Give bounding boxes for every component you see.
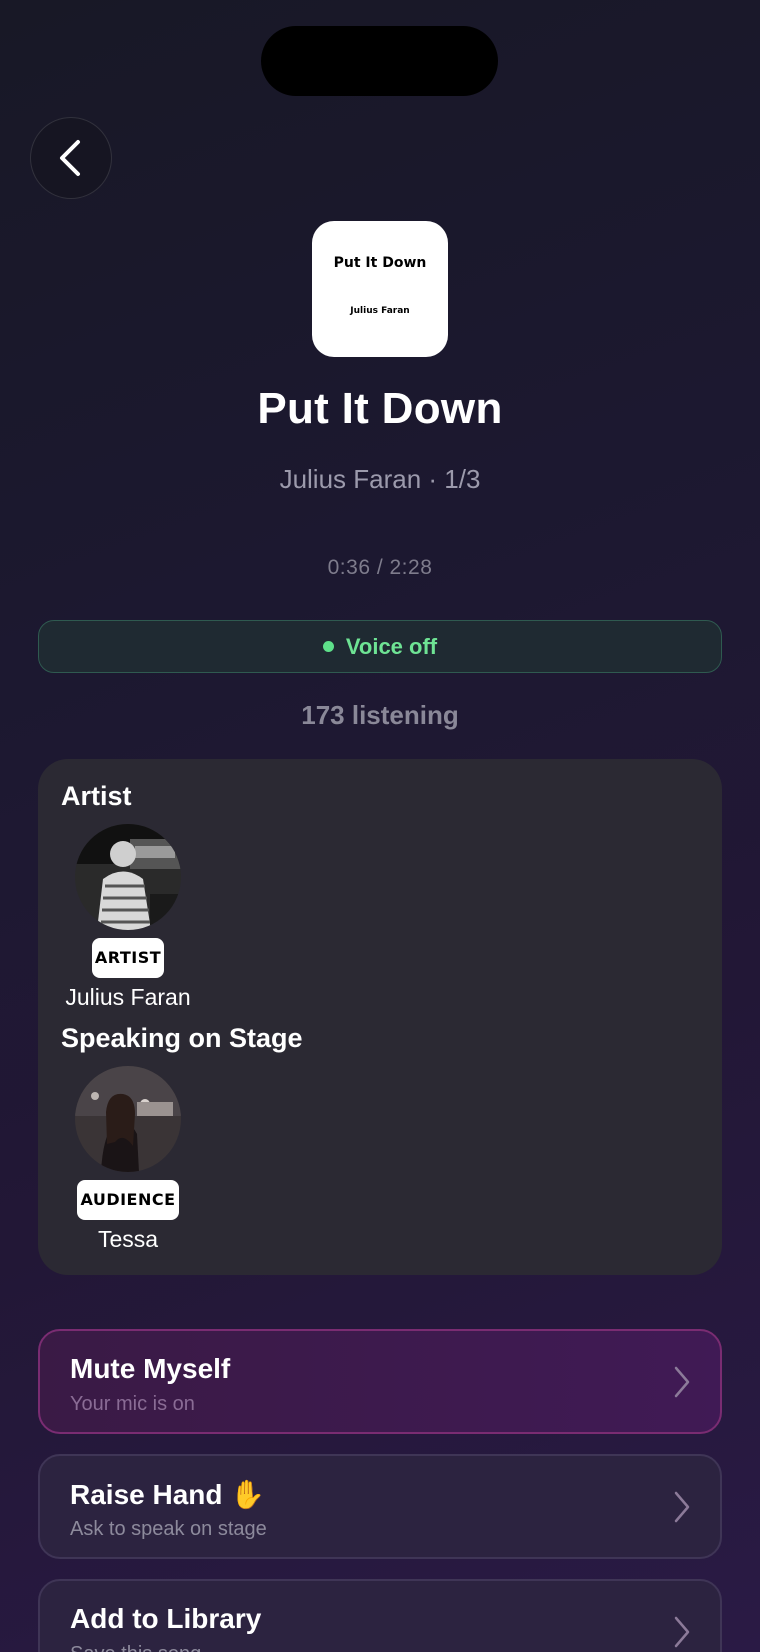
- dynamic-island: [261, 26, 498, 96]
- chevron-right-icon: [672, 1364, 692, 1405]
- member-name: Julius Faran: [65, 984, 191, 1010]
- song-artist-track: Julius Faran · 1/3: [279, 464, 481, 494]
- avatar: [75, 824, 181, 930]
- add-to-library-button[interactable]: Add to Library Save this song: [38, 1579, 722, 1652]
- listener-count: 173 listening: [301, 700, 459, 730]
- action-subtitle: Ask to speak on stage: [70, 1518, 267, 1540]
- artist-member[interactable]: ARTIST Julius Faran: [58, 824, 198, 1011]
- chevron-right-icon: [672, 1614, 692, 1652]
- playback-time: 0:36 / 2:28: [327, 556, 433, 579]
- speaker-member-tessa[interactable]: AUDIENCE Tessa: [58, 1066, 198, 1253]
- mute-myself-button[interactable]: Mute Myself Your mic is on: [38, 1329, 722, 1434]
- cover-title: Put It Down: [333, 255, 427, 271]
- role-badge-artist: ARTIST: [91, 938, 165, 978]
- action-subtitle: Save this song: [70, 1643, 201, 1652]
- voice-status-dot: [322, 641, 334, 652]
- action-title-text: Raise Hand: [70, 1479, 223, 1510]
- chevron-left-icon: [56, 138, 86, 178]
- voice-status-label: Voice off: [345, 633, 438, 659]
- member-name: Tessa: [97, 1226, 159, 1252]
- speakers-section-title: Speaking on Stage: [61, 1023, 303, 1053]
- back-button[interactable]: [30, 117, 112, 199]
- voice-toggle[interactable]: Voice off: [38, 620, 722, 673]
- chevron-right-icon: [672, 1489, 692, 1530]
- action-title: Add to Library: [70, 1603, 262, 1634]
- action-title: Raise Hand ✋: [70, 1478, 265, 1511]
- now-playing-screen: Put It Down Julius Faran Put It Down Jul…: [0, 0, 760, 1652]
- action-title: Mute Myself: [70, 1353, 231, 1384]
- song-title: Put It Down: [257, 384, 503, 433]
- artist-section-title: Artist: [61, 781, 132, 811]
- raise-hand-button[interactable]: Raise Hand ✋ Ask to speak on stage: [38, 1454, 722, 1559]
- album-cover: Put It Down Julius Faran: [312, 221, 448, 357]
- cover-artist: Julius Faran: [350, 306, 410, 316]
- action-subtitle: Your mic is on: [70, 1393, 195, 1415]
- avatar: [75, 1066, 181, 1172]
- role-badge-audience: AUDIENCE: [77, 1180, 179, 1220]
- raised-hand-icon: ✋: [230, 1479, 266, 1510]
